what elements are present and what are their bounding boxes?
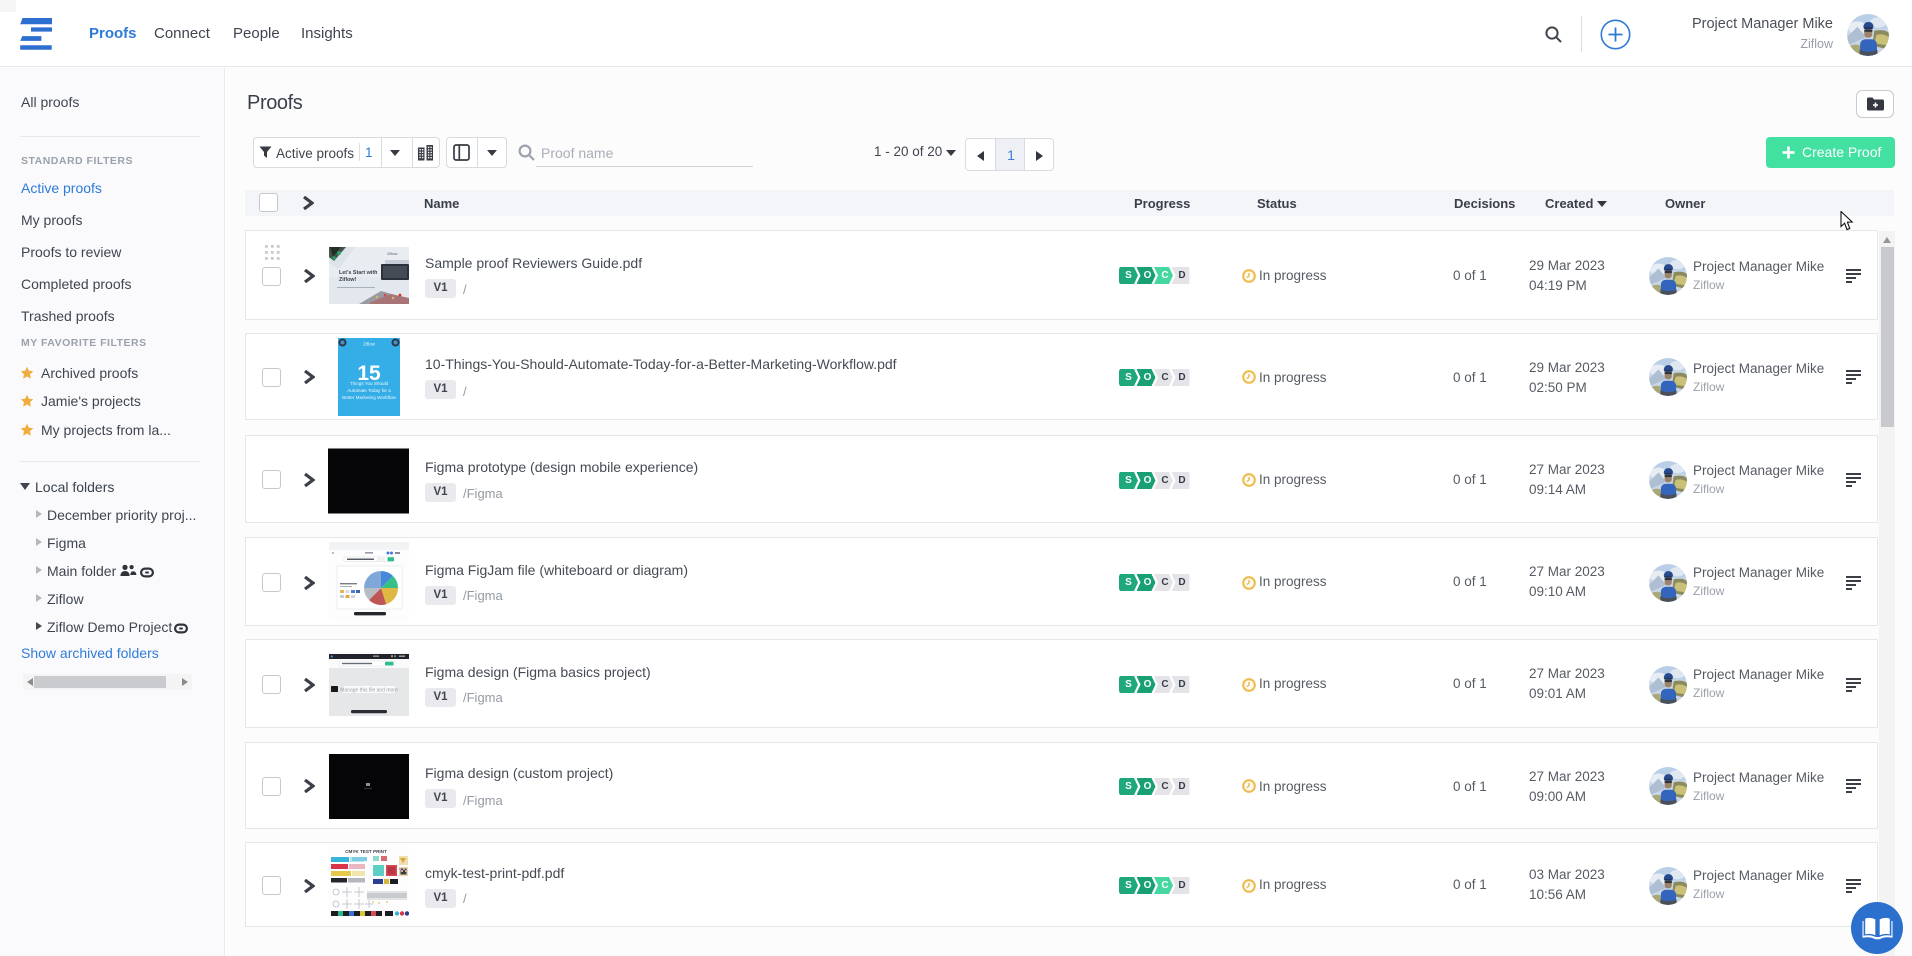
svg-text:Let's Start with: Let's Start with — [339, 270, 377, 276]
svg-text:CMYK TEST PRINT: CMYK TEST PRINT — [345, 849, 387, 854]
svg-text:Manage this file and more: Manage this file and more — [340, 688, 398, 694]
svg-text:Ziflow: Ziflow — [363, 342, 376, 347]
svg-text:Automate Today for a: Automate Today for a — [347, 388, 391, 393]
svg-text:Better Marketing Workflow: Better Marketing Workflow — [342, 395, 396, 400]
svg-text:Ziflow!: Ziflow! — [339, 277, 357, 283]
svg-text:Ziflow: Ziflow — [387, 251, 398, 256]
svg-text:Things You Should: Things You Should — [350, 381, 389, 386]
